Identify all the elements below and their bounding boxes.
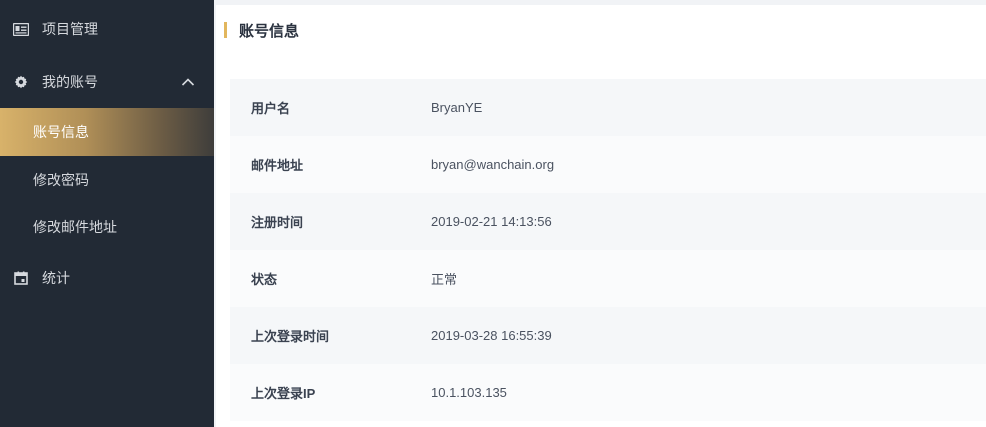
table-row: 状态 正常 [230, 250, 986, 307]
table-row: 上次登录时间 2019-03-28 16:55:39 [230, 307, 986, 364]
row-key: 上次登录IP [251, 386, 316, 401]
page-title: 账号信息 [224, 20, 299, 40]
gear-icon [13, 74, 29, 90]
sidebar: 项目管理 我的账号 账号信息 修改密码 修改邮件地址 统计 [0, 0, 214, 427]
row-key: 上次登录时间 [251, 329, 330, 344]
sidebar-item-label: 我的账号 [42, 74, 98, 90]
table-row: 用户名 BryanYE [230, 79, 986, 136]
row-value: 2019-02-21 14:13:56 [431, 214, 552, 229]
sidebar-item-my-account[interactable]: 我的账号 [0, 58, 214, 106]
sidebar-subitem-label: 账号信息 [33, 124, 89, 140]
calendar-icon [13, 270, 29, 286]
row-value: 正常 [431, 272, 458, 287]
chevron-up-icon[interactable] [180, 74, 196, 90]
id-card-icon [13, 21, 29, 37]
row-key: 状态 [251, 272, 278, 287]
main-content: 账号信息 用户名 BryanYE 邮件地址 bryan@wanchain.org… [214, 0, 986, 427]
row-value: BryanYE [431, 100, 483, 115]
table-row: 邮件地址 bryan@wanchain.org [230, 136, 986, 193]
title-accent-bar [224, 22, 227, 38]
table-row: 上次登录IP 10.1.103.135 [230, 364, 986, 421]
account-info-panel: 账号信息 用户名 BryanYE 邮件地址 bryan@wanchain.org… [216, 5, 986, 427]
app-window: 项目管理 我的账号 账号信息 修改密码 修改邮件地址 统计 账号信息 用户名 B… [0, 0, 986, 427]
account-info-table: 用户名 BryanYE 邮件地址 bryan@wanchain.org 注册时间… [230, 79, 986, 421]
row-value: 2019-03-28 16:55:39 [431, 328, 552, 343]
row-value: 10.1.103.135 [431, 385, 507, 400]
sidebar-subitem-label: 修改邮件地址 [33, 219, 117, 235]
row-key: 用户名 [251, 101, 291, 116]
row-value: bryan@wanchain.org [431, 157, 555, 172]
sidebar-subitem-change-email[interactable]: 修改邮件地址 [0, 203, 214, 251]
row-key: 邮件地址 [251, 158, 304, 173]
page-title-text: 账号信息 [239, 22, 300, 40]
sidebar-item-label: 项目管理 [42, 21, 98, 37]
table-row: 注册时间 2019-02-21 14:13:56 [230, 193, 986, 250]
sidebar-subitem-label: 修改密码 [33, 172, 89, 188]
sidebar-item-label: 统计 [42, 270, 70, 286]
sidebar-subitem-change-password[interactable]: 修改密码 [0, 156, 214, 204]
sidebar-item-project-management[interactable]: 项目管理 [0, 5, 214, 53]
sidebar-item-statistics[interactable]: 统计 [0, 254, 214, 302]
sidebar-subitem-account-info[interactable]: 账号信息 [0, 108, 214, 156]
row-key: 注册时间 [251, 215, 304, 230]
